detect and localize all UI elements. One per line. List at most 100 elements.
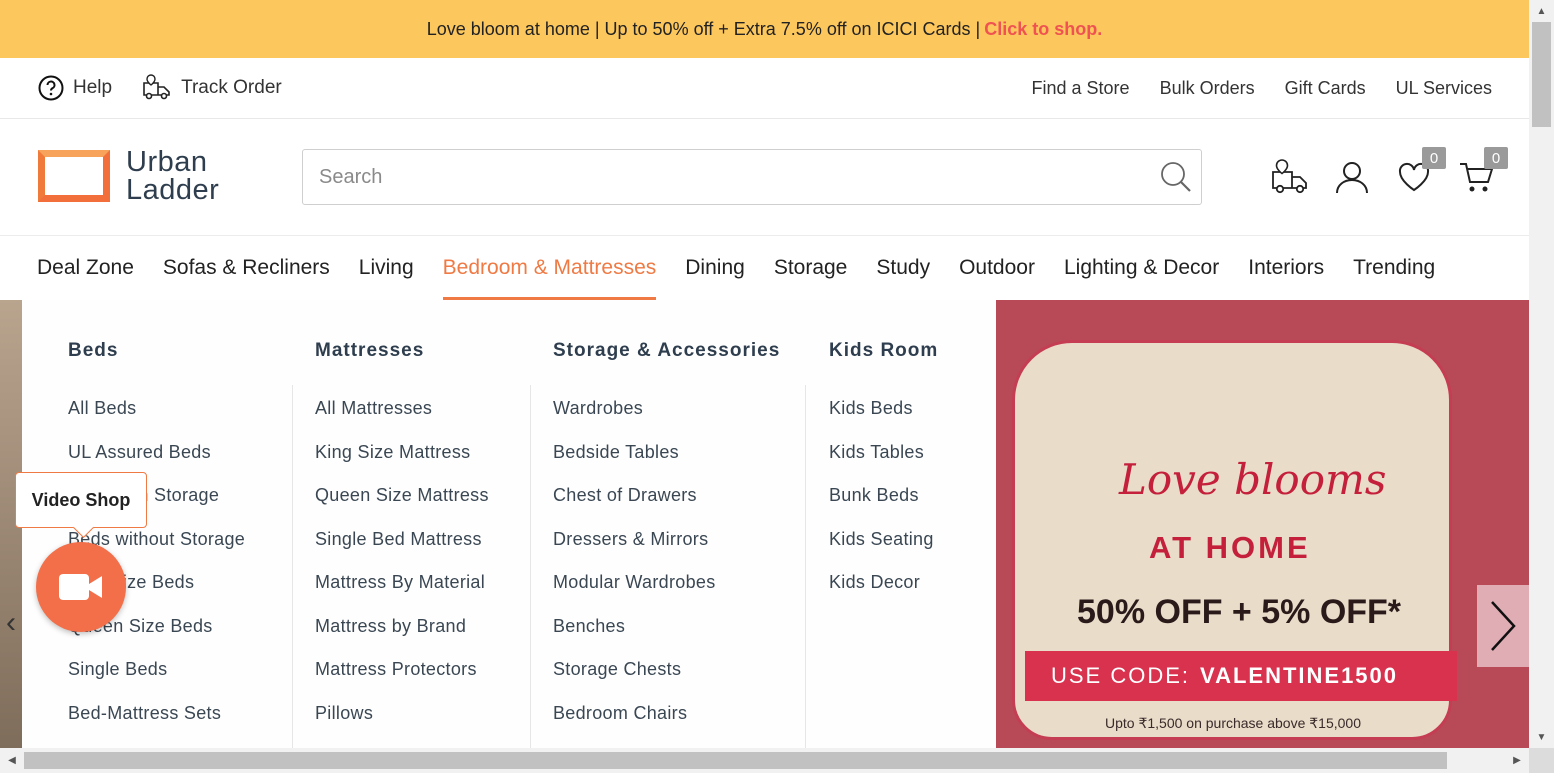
help-icon xyxy=(38,75,64,101)
track-order-link[interactable]: Track Order xyxy=(142,73,282,103)
category-nav: Deal Zone Sofas & Recliners Living Bedro… xyxy=(0,236,1529,300)
menu-item[interactable]: King Size Mattress xyxy=(315,440,489,484)
coupon-label: USE CODE: xyxy=(1051,663,1191,688)
column-divider xyxy=(530,385,531,748)
cart-button[interactable]: 0 xyxy=(1456,147,1508,197)
search-input[interactable] xyxy=(303,150,1151,204)
help-label: Help xyxy=(73,77,113,98)
nav-trending[interactable]: Trending xyxy=(1353,236,1435,300)
nav-living[interactable]: Living xyxy=(359,236,414,300)
menu-item[interactable]: Queen Size Mattress xyxy=(315,483,489,527)
menu-item[interactable]: Modular Wardrobes xyxy=(553,570,716,614)
cart-count-badge: 0 xyxy=(1484,147,1508,169)
banner-coupon: USE CODE: VALENTINE1500 xyxy=(1025,651,1457,701)
carousel-prev-icon[interactable]: ‹ xyxy=(6,606,16,640)
nav-outdoor[interactable]: Outdoor xyxy=(959,236,1035,300)
promo-bar[interactable]: Love bloom at home | Up to 50% off + Ext… xyxy=(0,0,1529,58)
nav-deal-zone[interactable]: Deal Zone xyxy=(37,236,134,300)
menu-column-title[interactable]: Mattresses xyxy=(315,340,424,362)
delivery-truck-icon xyxy=(143,74,170,100)
menu-column-title[interactable]: Kids Room xyxy=(829,340,938,362)
menu-item[interactable]: Pillows xyxy=(315,701,489,745)
banner-script-text: Love blooms xyxy=(1119,455,1387,504)
banner-card: Love blooms AT HOME 50% OFF + 5% OFF* US… xyxy=(1012,340,1457,740)
delivery-truck-icon xyxy=(1272,159,1307,194)
page: Love bloom at home | Up to 50% off + Ext… xyxy=(0,0,1554,773)
menu-item[interactable]: Kids Seating xyxy=(829,527,934,571)
banner-fine-print: Upto ₹1,500 on purchase above ₹15,000 xyxy=(1105,715,1361,731)
nav-bedroom-mattresses[interactable]: Bedroom & Mattresses xyxy=(442,236,656,300)
bulk-orders-link[interactable]: Bulk Orders xyxy=(1160,78,1255,99)
horizontal-scroll-thumb[interactable] xyxy=(24,752,1447,769)
menu-item[interactable]: Kids Tables xyxy=(829,440,934,484)
menu-column-title[interactable]: Storage & Accessories xyxy=(553,340,780,362)
column-divider xyxy=(805,385,806,748)
menu-item[interactable]: All Mattresses xyxy=(315,396,489,440)
menu-item[interactable]: Wardrobes xyxy=(553,396,716,440)
menu-item[interactable]: Kids Decor xyxy=(829,570,934,614)
vertical-scrollbar[interactable]: ▲ ▼ xyxy=(1529,0,1554,748)
utility-bar: Help Track Order Find a Store Bulk Order… xyxy=(0,58,1529,119)
menu-item[interactable]: Bedroom Chairs xyxy=(553,701,716,745)
track-order-label: Track Order xyxy=(181,77,282,98)
video-shop-tooltip: Video Shop xyxy=(15,472,147,528)
scroll-down-icon[interactable]: ▼ xyxy=(1529,728,1554,746)
menu-item[interactable]: Dressers & Mirrors xyxy=(553,527,716,571)
logo-word-urban: Urban xyxy=(126,146,208,178)
promo-text: Love bloom at home | Up to 50% off + Ext… xyxy=(426,18,981,39)
menu-item[interactable]: Bed-Mattress Sets xyxy=(68,701,245,745)
user-icon xyxy=(1336,162,1368,194)
promo-banner[interactable]: Love blooms AT HOME 50% OFF + 5% OFF* US… xyxy=(996,300,1529,748)
menu-item[interactable]: Single Bed Mattress xyxy=(315,527,489,571)
nav-dining[interactable]: Dining xyxy=(685,236,745,300)
vertical-scroll-thumb[interactable] xyxy=(1532,22,1551,127)
menu-item[interactable]: Mattress by Brand xyxy=(315,614,489,658)
promo-cta-link[interactable]: Click to shop. xyxy=(984,19,1102,40)
horizontal-scrollbar[interactable]: ◀ ▶ xyxy=(0,748,1529,773)
mega-menu-dropdown: Beds All Beds UL Assured Beds Beds with … xyxy=(22,300,996,748)
menu-item[interactable]: Mattress By Material xyxy=(315,570,489,614)
logo-mark-icon xyxy=(38,150,110,202)
track-order-button[interactable] xyxy=(1270,157,1310,197)
menu-item[interactable]: Bedside Tables xyxy=(553,440,716,484)
menu-item[interactable]: Storage Chests xyxy=(553,657,716,701)
wishlist-button[interactable]: 0 xyxy=(1394,147,1446,197)
video-shop-label: Video Shop xyxy=(31,489,131,510)
menu-column-title[interactable]: Beds xyxy=(68,340,118,362)
menu-item[interactable]: Mattress Protectors xyxy=(315,657,489,701)
search-icon xyxy=(1161,162,1191,192)
menu-item[interactable]: All Beds xyxy=(68,396,245,440)
scroll-up-icon[interactable]: ▲ xyxy=(1529,2,1554,20)
urban-ladder-logo[interactable]: Urban Ladder xyxy=(38,146,220,206)
nav-lighting-decor[interactable]: Lighting & Decor xyxy=(1064,236,1219,300)
account-button[interactable] xyxy=(1332,157,1372,197)
coupon-code: VALENTINE1500 xyxy=(1200,663,1399,688)
menu-item[interactable]: Single Beds xyxy=(68,657,245,701)
nav-study[interactable]: Study xyxy=(876,236,930,300)
search-button[interactable] xyxy=(1151,152,1201,202)
menu-item[interactable]: Kids Beds xyxy=(829,396,934,440)
video-shop-button[interactable] xyxy=(36,542,126,632)
logo-word-ladder: Ladder xyxy=(126,174,220,206)
menu-item[interactable]: Chest of Drawers xyxy=(553,483,716,527)
gift-cards-link[interactable]: Gift Cards xyxy=(1285,78,1366,99)
find-store-link[interactable]: Find a Store xyxy=(1032,78,1130,99)
menu-item[interactable]: Benches xyxy=(553,614,716,658)
chevron-right-icon xyxy=(1491,601,1516,651)
ul-services-link[interactable]: UL Services xyxy=(1396,78,1492,99)
scrollbar-corner xyxy=(1529,748,1554,773)
banner-headline: AT HOME xyxy=(1149,530,1311,565)
nav-storage[interactable]: Storage xyxy=(774,236,848,300)
menu-item[interactable]: Bunk Beds xyxy=(829,483,934,527)
carousel-next-button[interactable] xyxy=(1477,585,1529,667)
video-camera-icon xyxy=(59,574,102,600)
wishlist-count-badge: 0 xyxy=(1422,147,1446,169)
scroll-left-icon[interactable]: ◀ xyxy=(2,748,22,773)
column-divider xyxy=(292,385,293,748)
help-link[interactable]: Help xyxy=(38,75,112,101)
nav-sofas-recliners[interactable]: Sofas & Recliners xyxy=(163,236,330,300)
main-header: Urban Ladder Search 0 0 xyxy=(0,119,1529,236)
scroll-right-icon[interactable]: ▶ xyxy=(1507,748,1527,773)
nav-interiors[interactable]: Interiors xyxy=(1248,236,1324,300)
banner-offer: 50% OFF + 5% OFF* xyxy=(1077,593,1402,631)
